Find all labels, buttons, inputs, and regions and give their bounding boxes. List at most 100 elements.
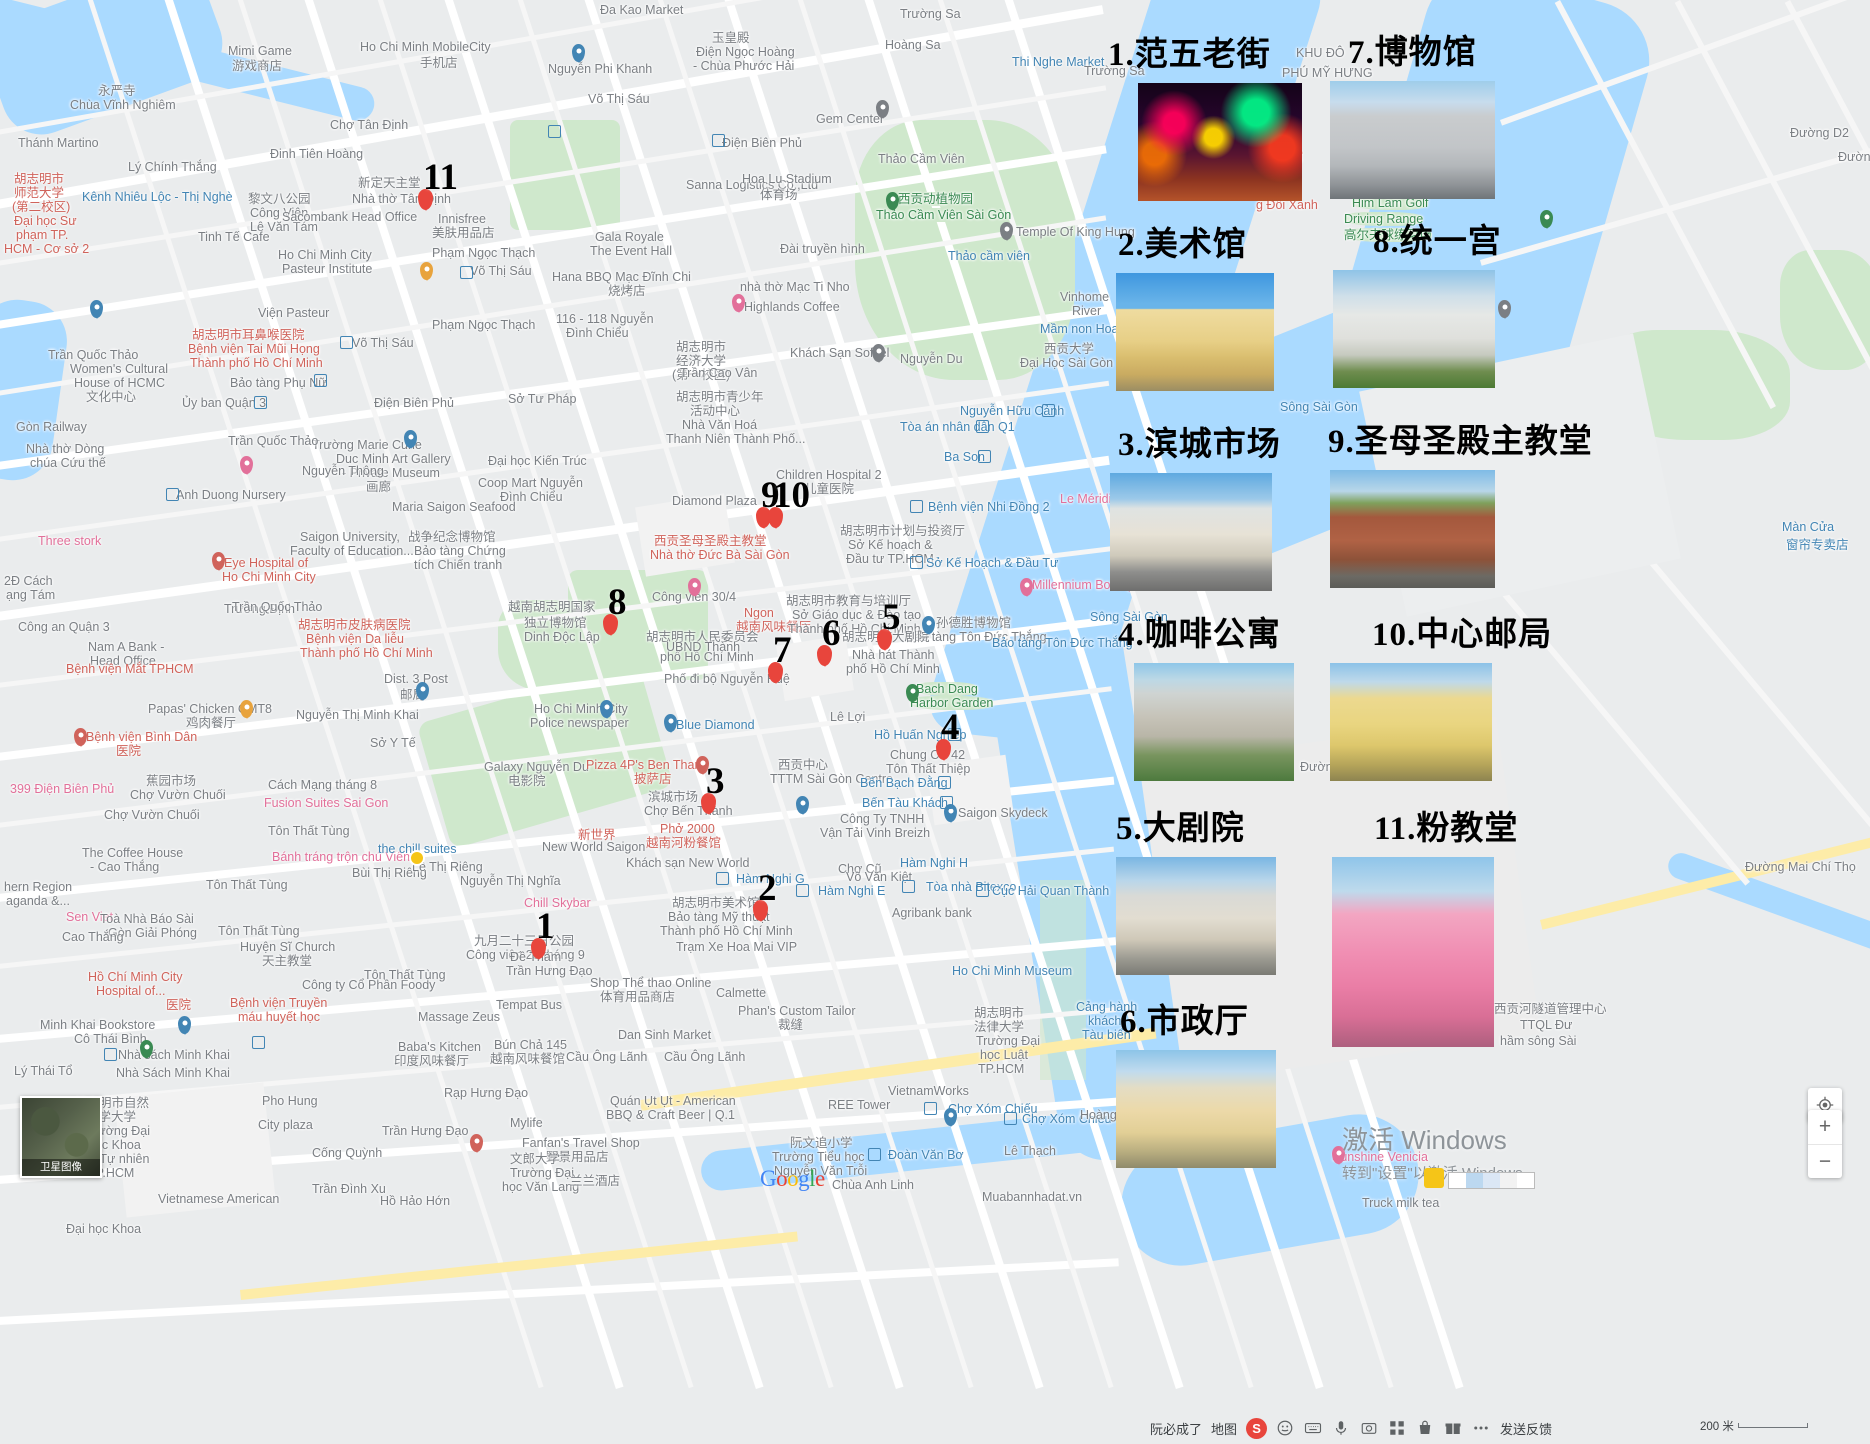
place-card-10[interactable]: 10.中心邮局 xyxy=(1330,618,1552,781)
place-card-4[interactable]: 4.咖啡公寓 xyxy=(1118,618,1294,781)
map-pin-icon[interactable] xyxy=(404,430,417,448)
transit-icon[interactable] xyxy=(940,796,953,809)
transit-icon[interactable] xyxy=(1042,404,1055,417)
transit-icon[interactable] xyxy=(460,266,473,279)
swatch-lightblue[interactable] xyxy=(1483,1173,1500,1188)
map-pin-icon[interactable] xyxy=(240,700,253,718)
place-card-11[interactable]: 11.粉教堂 xyxy=(1332,812,1518,1047)
transit-icon[interactable] xyxy=(314,374,327,387)
place-card-5[interactable]: 5.大剧院 xyxy=(1116,812,1276,975)
map-pin-icon[interactable] xyxy=(886,192,899,210)
map-poi-label: Ho Chi Minh MobileCity xyxy=(360,40,491,54)
place-marker-number[interactable]: 7 xyxy=(773,632,792,669)
place-card-9[interactable]: 9.圣母圣殿主教堂 xyxy=(1328,425,1593,588)
place-marker-number[interactable]: 1 xyxy=(536,908,555,945)
smiley-icon[interactable] xyxy=(1276,1419,1295,1438)
color-swatch-strip[interactable] xyxy=(1448,1172,1535,1189)
transit-icon[interactable] xyxy=(104,1048,117,1061)
place-marker-number[interactable]: 3 xyxy=(706,763,725,800)
map-poi-label: Diamond Plaza xyxy=(672,494,757,508)
transit-icon[interactable] xyxy=(978,450,991,463)
map-pin-icon[interactable] xyxy=(1540,210,1553,228)
yellow-marker-icon[interactable] xyxy=(1424,1168,1444,1188)
map-pin-icon[interactable] xyxy=(140,1040,153,1058)
map-pin-icon[interactable] xyxy=(470,1134,483,1152)
highlight-dot[interactable] xyxy=(409,850,425,866)
swatch-white-2[interactable] xyxy=(1517,1173,1534,1188)
transit-icon[interactable] xyxy=(868,1148,881,1161)
transit-icon[interactable] xyxy=(1004,1112,1017,1125)
shopping-bag-icon[interactable] xyxy=(1416,1419,1435,1438)
place-card-8[interactable]: 8.统一宫 xyxy=(1333,225,1502,388)
map-pin-icon[interactable] xyxy=(74,728,87,746)
sogou-ime-icon[interactable]: S xyxy=(1246,1417,1268,1439)
transit-icon[interactable] xyxy=(166,488,179,501)
map-poi-label: Tempat Bus xyxy=(496,998,563,1012)
transit-icon[interactable] xyxy=(938,776,951,789)
transit-icon[interactable] xyxy=(716,872,729,885)
satellite-layer-thumbnail[interactable]: 卫星图像 xyxy=(20,1096,102,1178)
map-pin-icon[interactable] xyxy=(416,682,429,700)
transit-icon[interactable] xyxy=(548,125,561,138)
transit-icon[interactable] xyxy=(902,880,915,893)
microphone-icon[interactable] xyxy=(1332,1419,1351,1438)
map-pin-icon[interactable] xyxy=(212,552,225,570)
place-marker-number[interactable]: 6 xyxy=(822,615,841,652)
map-pin-icon[interactable] xyxy=(1020,578,1033,596)
zoom-in-button[interactable]: + xyxy=(1808,1110,1842,1144)
keyboard-icon[interactable] xyxy=(1304,1419,1323,1438)
place-card-6[interactable]: 6.市政厅 xyxy=(1116,1005,1276,1168)
place-marker-number[interactable]: 11 xyxy=(423,159,458,196)
place-card-7[interactable]: 7.博物馆 xyxy=(1330,36,1495,199)
transit-icon[interactable] xyxy=(254,396,267,409)
swatch-blue[interactable] xyxy=(1466,1173,1483,1188)
swatch-gray[interactable] xyxy=(1500,1173,1517,1188)
transit-icon[interactable] xyxy=(340,336,353,349)
transit-icon[interactable] xyxy=(252,1036,265,1049)
map-pin-icon[interactable] xyxy=(90,300,103,318)
bottom-status-bar[interactable]: 阮必成了 地图 S 发送反馈 xyxy=(1150,1412,1552,1444)
zoom-out-button[interactable]: − xyxy=(1808,1144,1842,1178)
place-card-3[interactable]: 3.滨城市场 xyxy=(1110,428,1281,591)
grid-icon[interactable] xyxy=(1388,1419,1407,1438)
map-pin-icon[interactable] xyxy=(1000,222,1013,240)
map-pin-icon[interactable] xyxy=(664,714,677,732)
map-pin-icon[interactable] xyxy=(600,700,613,718)
transit-icon[interactable] xyxy=(976,884,989,897)
transit-icon[interactable] xyxy=(796,884,809,897)
gift-icon[interactable] xyxy=(1444,1419,1463,1438)
place-marker-number[interactable]: 8 xyxy=(608,584,627,621)
place-card-2[interactable]: 2.美术馆 xyxy=(1116,228,1274,391)
zoom-controls[interactable]: + − xyxy=(1808,1110,1842,1178)
map-pin-icon[interactable] xyxy=(922,616,935,634)
map-pin-icon[interactable] xyxy=(240,456,253,474)
map-canvas[interactable]: Đa Kao Market Trường Sa Hoàng Sa Mimi Game 游… xyxy=(0,0,1870,1444)
map-pin-icon[interactable] xyxy=(872,344,885,362)
place-marker-number[interactable]: 4 xyxy=(941,709,960,746)
map-pin-icon[interactable] xyxy=(688,578,701,596)
screenshot-icon[interactable] xyxy=(1360,1419,1379,1438)
transit-icon[interactable] xyxy=(910,556,923,569)
map-pin-icon[interactable] xyxy=(906,684,919,702)
map-type-label[interactable]: 地图 xyxy=(1211,1419,1237,1438)
map-pin-icon[interactable] xyxy=(732,294,745,312)
map-pin-icon[interactable] xyxy=(420,262,433,280)
map-pin-icon[interactable] xyxy=(944,1108,957,1126)
place-marker-number[interactable]: 10 xyxy=(773,477,810,514)
send-feedback-link[interactable]: 发送反馈 xyxy=(1500,1419,1552,1438)
place-card-1[interactable]: 1.范五老街 xyxy=(1108,38,1302,201)
map-pin-icon[interactable] xyxy=(876,100,889,118)
place-marker-number[interactable]: 2 xyxy=(758,870,777,907)
map-pin-icon[interactable] xyxy=(178,1016,191,1034)
place-marker-number[interactable]: 5 xyxy=(882,599,901,636)
transit-icon[interactable] xyxy=(910,500,923,513)
map-poi-label: Trần Quốc Thảo xyxy=(232,600,323,614)
map-pin-icon[interactable] xyxy=(572,44,585,62)
swatch-white[interactable] xyxy=(1449,1173,1466,1188)
more-icon[interactable] xyxy=(1472,1419,1491,1438)
transit-icon[interactable] xyxy=(924,1102,937,1115)
map-pin-icon[interactable] xyxy=(796,796,809,814)
transit-icon[interactable] xyxy=(976,420,989,433)
transit-icon[interactable] xyxy=(712,134,725,147)
logo-letter: e xyxy=(815,1166,825,1191)
